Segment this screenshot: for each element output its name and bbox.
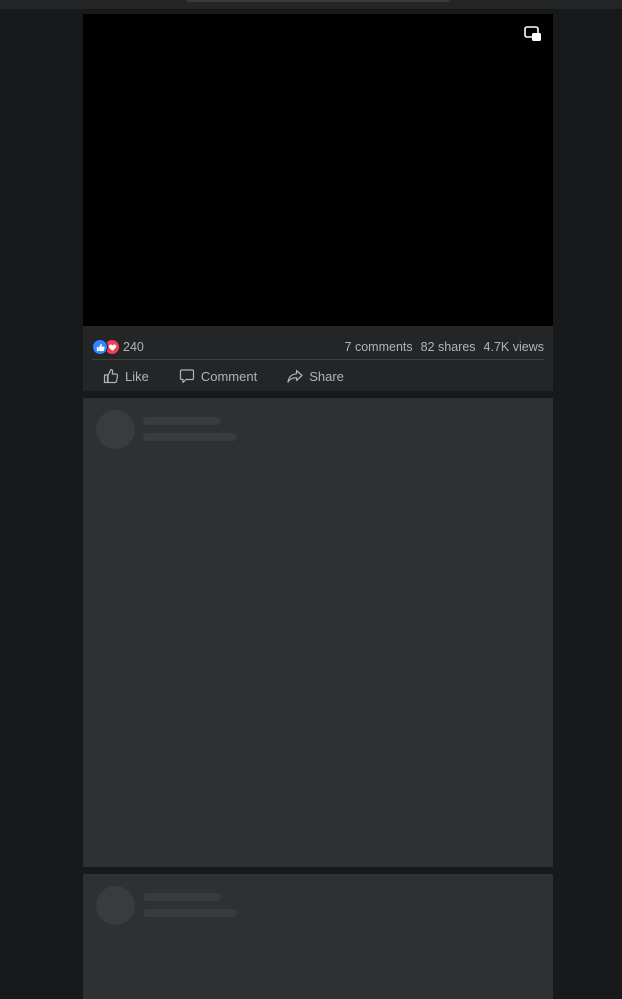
shares-count[interactable]: 82 shares [421, 340, 476, 354]
engagement-stats: 240 7 comments 82 shares 4.7K views [92, 334, 544, 360]
like-icon [92, 339, 108, 355]
share-button[interactable]: Share [287, 368, 344, 384]
views-count: 4.7K views [483, 340, 544, 354]
comment-button[interactable]: Comment [179, 368, 257, 384]
post-actions: Like Comment Share [83, 363, 553, 389]
video-post-card: 240 7 comments 82 shares 4.7K views Like [83, 14, 553, 391]
counts-group: 7 comments 82 shares 4.7K views [345, 340, 544, 354]
loading-post-card [83, 398, 553, 867]
name-placeholder [143, 417, 221, 425]
avatar-placeholder [96, 410, 135, 449]
top-bar [0, 0, 622, 9]
thumbs-up-icon [103, 368, 119, 384]
stats-divider [92, 359, 544, 360]
share-label: Share [309, 368, 344, 384]
name-placeholder [143, 893, 221, 901]
comment-label: Comment [200, 368, 258, 384]
feed-page: 240 7 comments 82 shares 4.7K views Like [0, 0, 622, 999]
like-label: Like [125, 368, 149, 384]
timestamp-placeholder [143, 433, 237, 441]
like-button[interactable]: Like [103, 368, 149, 384]
video-player[interactable] [83, 14, 553, 326]
reaction-count: 240 [123, 340, 144, 354]
comment-icon [179, 368, 195, 384]
reactions-summary[interactable]: 240 [92, 339, 144, 355]
share-icon [287, 368, 303, 384]
search-bar[interactable] [186, 0, 450, 2]
comments-count[interactable]: 7 comments [345, 340, 413, 354]
picture-in-picture-icon[interactable] [523, 25, 543, 43]
avatar-placeholder [96, 886, 135, 925]
loading-post-card [83, 874, 553, 999]
timestamp-placeholder [143, 909, 237, 917]
